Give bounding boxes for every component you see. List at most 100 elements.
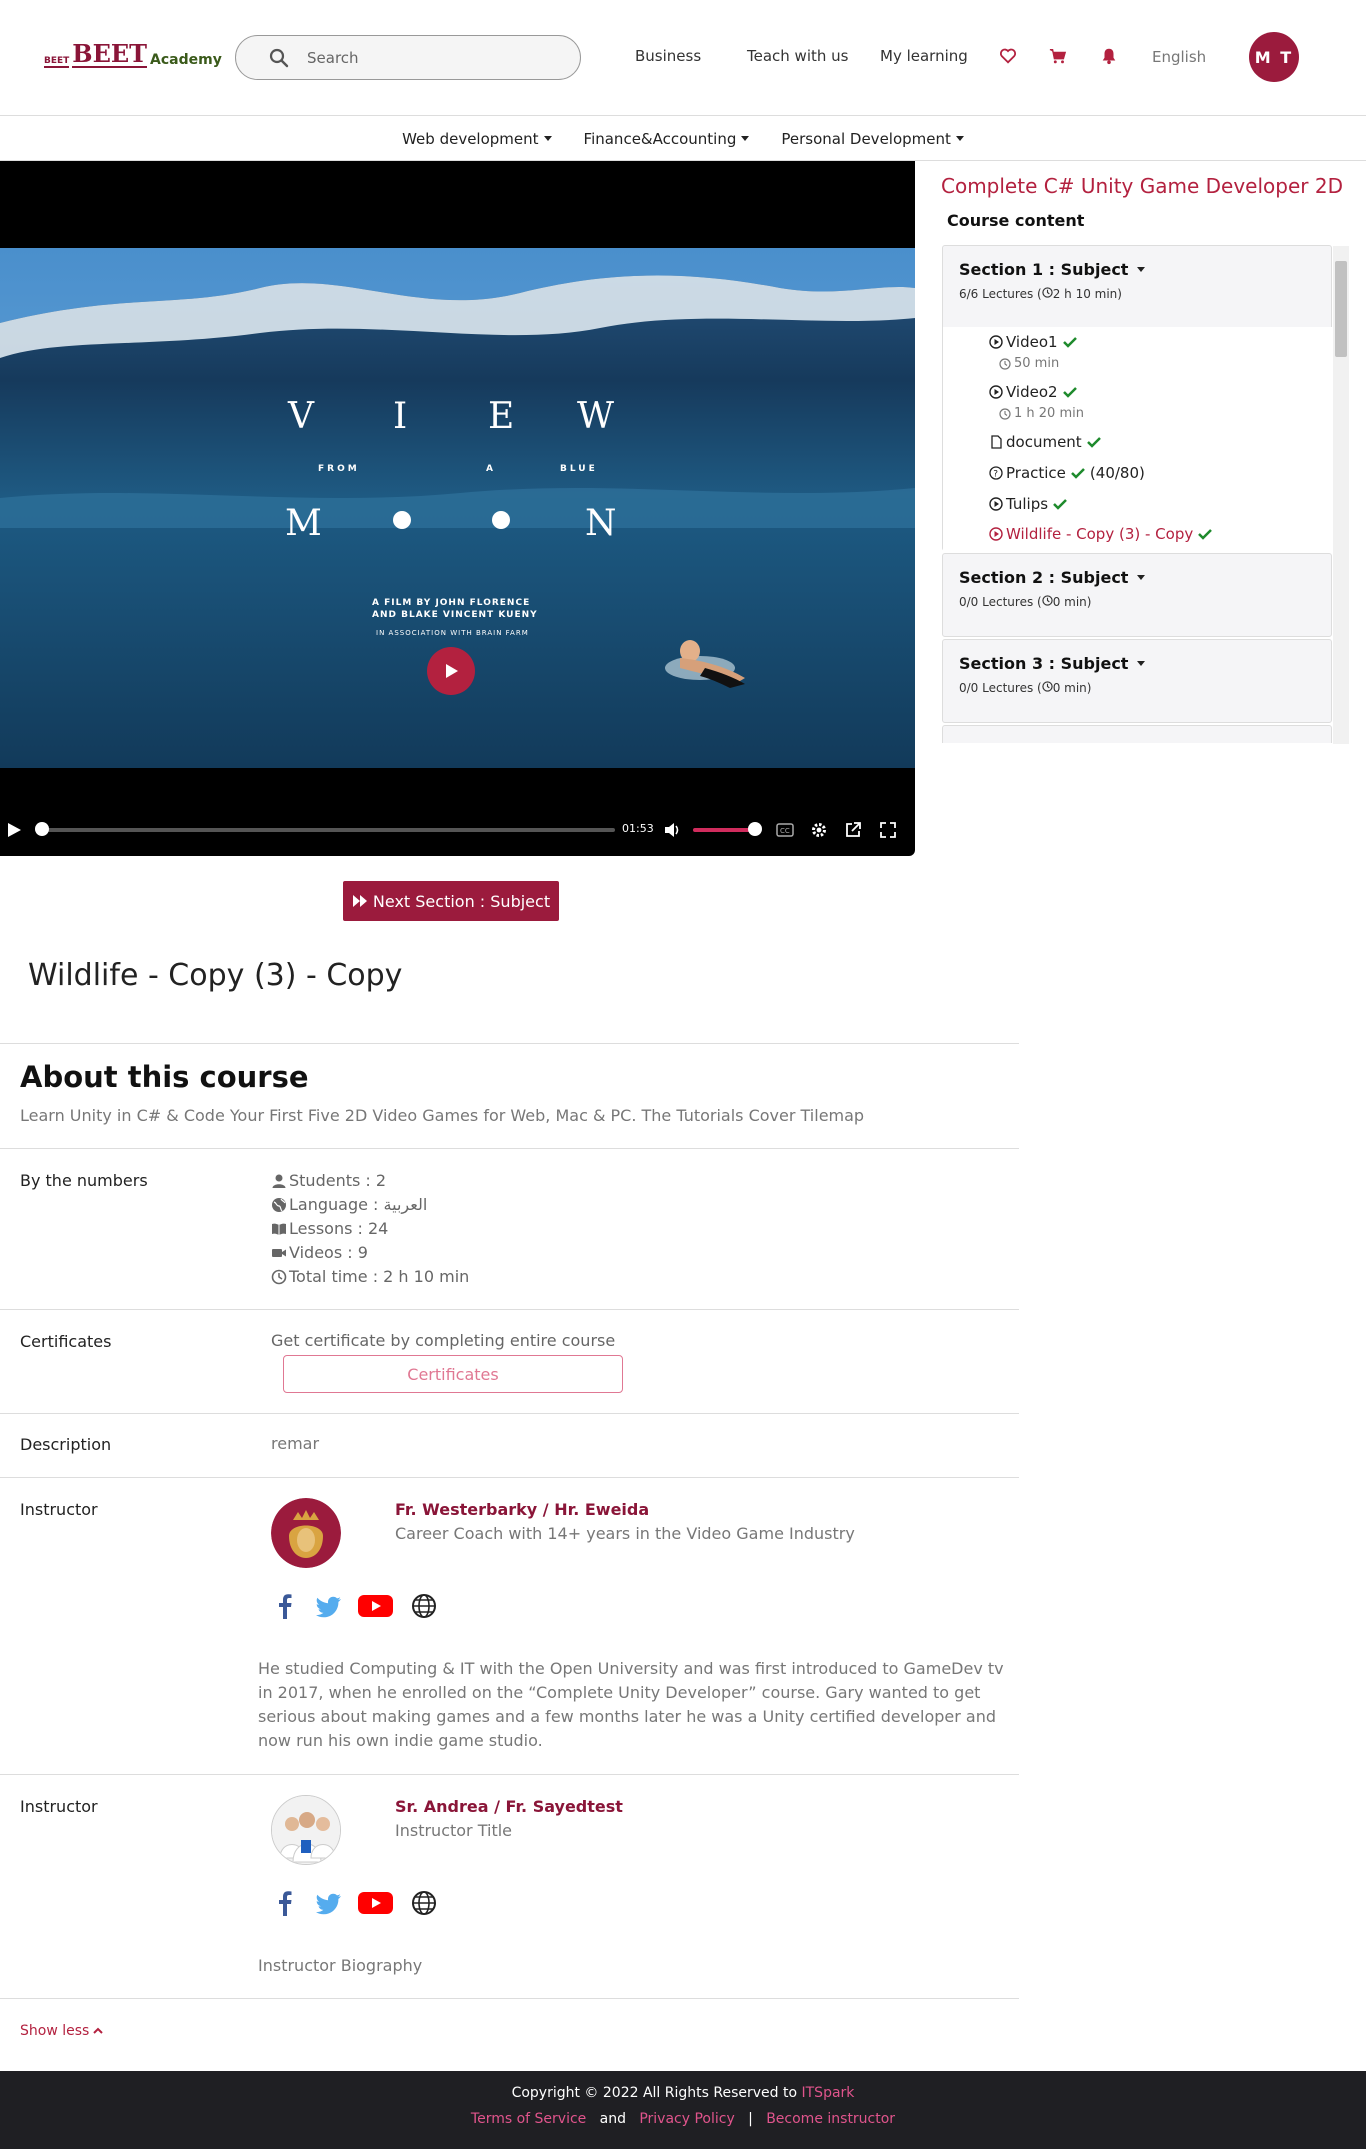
- terms-link[interactable]: Terms of Service: [471, 2111, 586, 2127]
- lesson-duration: 50 min: [999, 356, 1059, 371]
- course-content-list: Section 1 : Subject 6/6 Lectures (2 h 10…: [942, 245, 1351, 743]
- nav-business[interactable]: Business: [635, 47, 701, 65]
- nav-my-learning[interactable]: My learning: [880, 47, 968, 65]
- language-selector[interactable]: English: [1152, 48, 1206, 66]
- category-finance[interactable]: Finance&Accounting: [584, 130, 750, 148]
- stat-total-time: Total time : 2 h 10 min: [271, 1267, 469, 1286]
- heart-icon[interactable]: [999, 47, 1017, 65]
- fullscreen-icon[interactable]: [879, 821, 897, 839]
- category-nav: Web development Finance&Accounting Perso…: [0, 117, 1366, 161]
- chevron-up-icon: [93, 2027, 104, 2034]
- play-circle-icon: [989, 385, 1003, 399]
- instructor-title: Career Coach with 14+ years in the Video…: [395, 1524, 855, 1543]
- website-globe-icon[interactable]: [410, 1592, 438, 1620]
- course-content-label: Course content: [947, 211, 1085, 230]
- check-icon: [1086, 437, 1101, 448]
- certificates-button[interactable]: Certificates: [283, 1355, 623, 1393]
- website-globe-icon[interactable]: [410, 1889, 438, 1917]
- book-open-icon: [272, 1223, 286, 1235]
- instructor-bio: He studied Computing & IT with the Open …: [258, 1659, 1004, 1750]
- description-label: Description: [20, 1435, 112, 1454]
- nav-teach[interactable]: Teach with us: [747, 47, 848, 65]
- bell-icon[interactable]: [1100, 47, 1118, 65]
- search-input[interactable]: [307, 48, 557, 67]
- clock-icon: [999, 357, 1011, 370]
- category-web-development[interactable]: Web development: [402, 130, 552, 148]
- instructor-label: Instructor: [20, 1797, 98, 1816]
- section-header[interactable]: Section 2 : Subject 0/0 Lectures (0 min): [943, 554, 1331, 609]
- footer-company-link[interactable]: ITSpark: [802, 2085, 855, 2101]
- twitter-icon[interactable]: [315, 1889, 343, 1917]
- lecture-title: Wildlife - Copy (3) - Copy: [28, 958, 403, 993]
- category-personal-development[interactable]: Personal Development: [781, 130, 964, 148]
- divider: [0, 1309, 1019, 1310]
- popout-icon[interactable]: [844, 821, 862, 839]
- lesson-item[interactable]: document: [989, 433, 1102, 451]
- privacy-link[interactable]: Privacy Policy: [639, 2111, 734, 2127]
- lesson-item[interactable]: Tulips: [989, 495, 1068, 513]
- play-icon: [446, 664, 458, 678]
- lesson-item[interactable]: Video2: [989, 383, 1078, 401]
- settings-icon[interactable]: [810, 821, 828, 839]
- facebook-icon[interactable]: [277, 1592, 293, 1620]
- caret-down-icon: [741, 136, 750, 141]
- logo[interactable]: BEET BEET Academy: [44, 42, 222, 68]
- user-avatar[interactable]: M T: [1249, 32, 1299, 82]
- instructor-label: Instructor: [20, 1500, 98, 1519]
- captions-icon[interactable]: CC: [776, 821, 794, 839]
- check-icon: [1053, 499, 1067, 510]
- become-instructor-link[interactable]: Become instructor: [766, 2111, 895, 2127]
- section-meta: 0/0 Lectures (0 min): [959, 681, 1092, 695]
- play-icon[interactable]: [5, 821, 23, 839]
- divider: [0, 1043, 1019, 1044]
- volume-knob[interactable]: [748, 822, 762, 836]
- instructor-name[interactable]: Sr. Andrea / Fr. Sayedtest: [395, 1797, 623, 1816]
- instructor-title: Instructor Title: [395, 1821, 512, 1840]
- about-heading: About this course: [20, 1060, 309, 1094]
- stat-lessons: Lessons : 24: [271, 1219, 388, 1238]
- lesson-item[interactable]: ? Practice (40/80): [989, 464, 1145, 482]
- logo-beet: BEET: [72, 39, 148, 68]
- progress-knob[interactable]: [35, 822, 49, 836]
- clock-icon: [1042, 595, 1053, 606]
- svg-text:?: ?: [993, 470, 998, 480]
- play-overlay-button[interactable]: [427, 647, 475, 695]
- video-player[interactable]: V I E W FROM A BLUE M N A FILM BY JOHN F…: [0, 161, 915, 856]
- volume-slider[interactable]: [693, 828, 755, 832]
- caret-down-icon: [955, 136, 964, 141]
- volume-icon[interactable]: [663, 821, 681, 839]
- question-circle-icon: ?: [989, 466, 1003, 480]
- lesson-duration: 1 h 20 min: [999, 406, 1084, 421]
- instructor-avatar[interactable]: [271, 1795, 341, 1865]
- instructor-name[interactable]: Fr. Westerbarky / Hr. Eweida: [395, 1500, 649, 1519]
- sidebar-scroll-thumb[interactable]: [1335, 261, 1347, 357]
- quiz-score: (40/80): [1089, 464, 1145, 482]
- section-header[interactable]: Section 3 : Subject 0/0 Lectures (0 min): [943, 640, 1331, 695]
- facebook-icon[interactable]: [277, 1889, 293, 1917]
- check-icon: [1198, 529, 1213, 540]
- instructor-avatar[interactable]: [271, 1498, 341, 1568]
- check-icon: [1071, 468, 1085, 479]
- youtube-icon[interactable]: [358, 1889, 393, 1917]
- section-meta: 0/0 Lectures (0 min): [959, 595, 1092, 609]
- doctors-photo: [272, 1796, 340, 1864]
- poster-dot: [393, 511, 411, 529]
- video-camera-icon: [272, 1248, 286, 1257]
- divider: [0, 1413, 1019, 1414]
- instructor-bio: Instructor Biography: [258, 1956, 423, 1975]
- clock-icon: [1042, 287, 1053, 298]
- divider: [0, 1998, 1019, 1999]
- play-circle-icon: [989, 335, 1003, 349]
- lesson-item-active[interactable]: Wildlife - Copy (3) - Copy: [989, 525, 1213, 543]
- section-meta: 6/6 Lectures (2 h 10 min): [959, 287, 1122, 301]
- show-less-link[interactable]: Show less: [20, 2023, 104, 2039]
- cart-icon[interactable]: [1049, 47, 1067, 65]
- lesson-item[interactable]: Video1: [989, 333, 1078, 351]
- progress-bar[interactable]: [40, 828, 615, 832]
- section-header[interactable]: Section 1 : Subject 6/6 Lectures (2 h 10…: [943, 246, 1331, 301]
- footer: Copyright © 2022 All Rights Reserved to …: [0, 2071, 1366, 2149]
- twitter-icon[interactable]: [315, 1592, 343, 1620]
- next-section-button[interactable]: Next Section : Subject: [343, 881, 559, 921]
- youtube-icon[interactable]: [358, 1592, 393, 1620]
- section-2: Section 2 : Subject 0/0 Lectures (0 min): [942, 553, 1332, 637]
